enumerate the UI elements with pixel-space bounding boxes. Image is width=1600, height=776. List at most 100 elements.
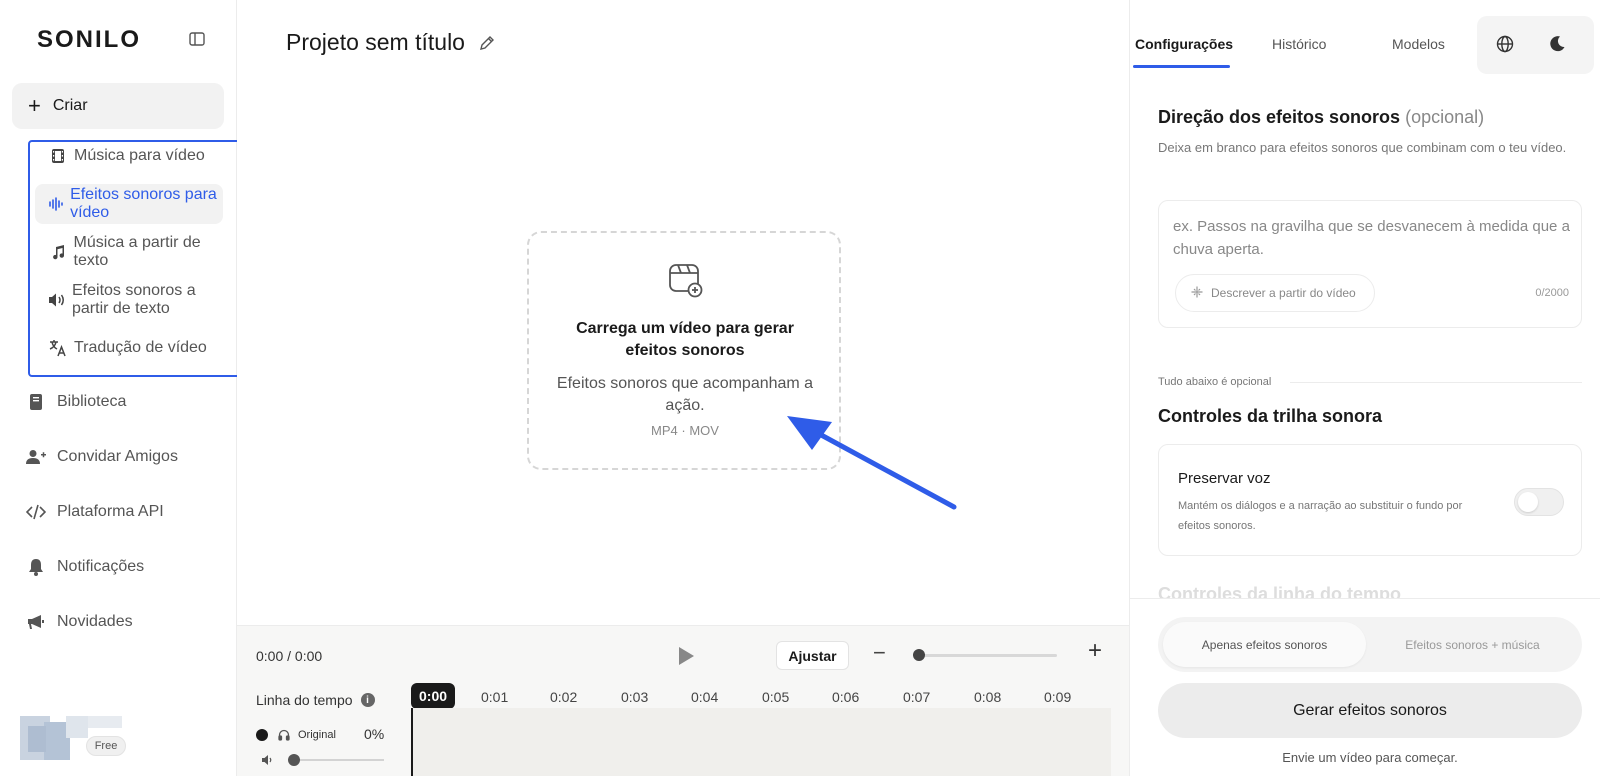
volume-icon[interactable] xyxy=(261,753,275,771)
preserve-voice-card: Preservar voz Mantém os diálogos e a nar… xyxy=(1158,444,1582,556)
soundtrack-controls-title: Controles da trilha sonora xyxy=(1158,406,1383,426)
sidebar-item-notifications[interactable]: Notificações xyxy=(25,552,144,582)
plan-badge: Free xyxy=(86,736,126,756)
plus-icon: + xyxy=(28,93,41,118)
timeline-tick: 0:09 xyxy=(1044,689,1072,705)
timeline-tick: 0:01 xyxy=(481,689,509,705)
main-area: Projeto sem título Carrega um vídeo para… xyxy=(237,0,1129,776)
sidebar-item-label: Notificações xyxy=(57,558,145,575)
timeline-tick: 0:06 xyxy=(832,689,860,705)
volume-slider[interactable] xyxy=(294,759,384,761)
describe-from-video-button[interactable]: Descrever a partir do vídeo xyxy=(1175,274,1375,312)
optional-label: (opcional) xyxy=(1405,107,1485,127)
mode-sfx-music[interactable]: Efeitos sonoros + música xyxy=(1371,622,1574,667)
playhead[interactable] xyxy=(411,708,413,776)
volume-slider-handle[interactable] xyxy=(288,754,300,766)
describe-label: Descrever a partir do vídeo xyxy=(1211,286,1356,300)
generate-button[interactable]: Gerar efeitos sonoros xyxy=(1158,683,1582,738)
waveform-icon xyxy=(48,194,64,214)
time-display: 0:00 / 0:00 xyxy=(256,648,323,664)
header-actions xyxy=(1477,16,1594,74)
sidebar-item-label: Efeitos sonoros a partir de texto xyxy=(72,282,196,317)
settings-panel: Configurações Histórico Modelos Direção … xyxy=(1129,0,1600,776)
timeline-tick: 0:03 xyxy=(621,689,649,705)
add-user-icon xyxy=(25,446,47,468)
project-title-text: Projeto sem título xyxy=(286,29,465,55)
annotation-arrow-icon xyxy=(787,416,957,510)
sidebar-item-label: Efeitos sonoros para vídeo xyxy=(70,186,217,221)
sidebar-item-label: Música para vídeo xyxy=(74,147,205,164)
sidebar-item-api-platform[interactable]: Plataforma API xyxy=(25,497,164,527)
sidebar-toggle-icon[interactable] xyxy=(188,31,206,47)
mode-sfx-only[interactable]: Apenas efeitos sonoros xyxy=(1163,622,1366,667)
toggle-knob xyxy=(1518,492,1538,512)
upload-subtitle: Efeitos sonoros que acompanham a ação. xyxy=(556,375,814,414)
timeline-tick-current: 0:00 xyxy=(411,683,456,709)
sidebar-item-music-for-video[interactable]: Música para vídeo xyxy=(35,136,205,176)
sidebar-item-label: Convidar Amigos xyxy=(57,448,178,465)
sfx-direction-title: Direção dos efeitos sonoros (opcional) xyxy=(1158,107,1484,128)
create-label: Criar xyxy=(52,97,88,114)
headphones-icon[interactable] xyxy=(278,729,290,741)
active-tab-indicator xyxy=(1133,65,1230,68)
music-note-icon xyxy=(48,242,68,262)
create-button[interactable]: + Criar xyxy=(12,83,224,129)
app-root: SONILO + Criar Música para vídeo Efeitos… xyxy=(0,0,1600,776)
char-count: 0/2000 xyxy=(1535,287,1569,299)
film-icon xyxy=(48,146,68,166)
original-percent: 0% xyxy=(364,726,385,742)
preserve-voice-toggle[interactable] xyxy=(1514,488,1564,516)
volume-row xyxy=(256,751,386,769)
sidebar-item-label: Tradução de vídeo xyxy=(74,339,207,356)
mode-selector: Apenas efeitos sonoros Efeitos sonoros +… xyxy=(1158,617,1582,672)
sidebar-item-music-from-text[interactable]: Música a partir de texto xyxy=(35,232,236,272)
megaphone-icon xyxy=(25,611,47,633)
sidebar-item-library[interactable]: Biblioteca xyxy=(25,387,126,417)
timeline-tick: 0:08 xyxy=(974,689,1002,705)
tab-models[interactable]: Modelos xyxy=(1392,36,1445,52)
translate-icon xyxy=(48,338,68,358)
adjust-button[interactable]: Ajustar xyxy=(776,641,849,670)
sidebar-item-label: Plataforma API xyxy=(57,503,164,520)
sidebar-item-label: Música a partir de texto xyxy=(73,234,201,269)
sidebar: SONILO + Criar Música para vídeo Efeitos… xyxy=(0,0,319,776)
timeline-label: Linha do tempo i xyxy=(256,692,375,708)
sidebar-item-news[interactable]: Novidades xyxy=(25,607,133,637)
timeline-tick: 0:04 xyxy=(691,689,719,705)
timeline-track[interactable] xyxy=(411,708,1111,776)
record-dot-icon[interactable] xyxy=(256,729,268,741)
info-icon[interactable]: i xyxy=(360,693,375,707)
timeline-tick: 0:05 xyxy=(762,689,790,705)
globe-icon[interactable] xyxy=(1496,35,1514,58)
play-icon[interactable] xyxy=(677,646,695,666)
panel-tabs: Configurações Histórico Modelos xyxy=(1130,0,1600,74)
upload-formats: MP4 · MOV xyxy=(651,423,719,438)
timeline-label-text: Linha do tempo xyxy=(256,692,353,708)
bell-icon xyxy=(25,556,47,578)
sparkle-icon xyxy=(1191,286,1203,301)
edit-pencil-icon[interactable] xyxy=(479,35,495,51)
sidebar-item-sfx-for-video[interactable]: Efeitos sonoros para vídeo xyxy=(35,184,223,224)
book-icon xyxy=(25,391,47,413)
video-upload-icon xyxy=(667,261,705,299)
zoom-slider[interactable] xyxy=(915,654,1057,657)
sidebar-item-invite-friends[interactable]: Convidar Amigos xyxy=(25,442,178,472)
sidebar-item-video-translation[interactable]: Tradução de vídeo xyxy=(35,328,207,368)
divider xyxy=(1290,382,1582,383)
sidebar-item-sfx-from-text[interactable]: Efeitos sonoros a partir de texto xyxy=(35,280,236,320)
prompt-placeholder: ex. Passos na gravilha que se desvanecem… xyxy=(1173,218,1570,258)
tab-history[interactable]: Histórico xyxy=(1272,36,1326,52)
code-icon xyxy=(25,501,47,523)
zoom-out-icon[interactable]: − xyxy=(873,640,886,666)
zoom-slider-handle[interactable] xyxy=(913,649,925,661)
preserve-voice-description: Mantém os diálogos e a narração ao subst… xyxy=(1178,500,1463,532)
project-title: Projeto sem título xyxy=(286,29,495,56)
timeline-ruler[interactable]: 0:00 0:01 0:02 0:03 0:04 0:05 0:06 0:07 … xyxy=(411,683,1111,709)
tab-settings[interactable]: Configurações xyxy=(1135,36,1233,52)
sfx-prompt-input[interactable]: ex. Passos na gravilha que se desvanecem… xyxy=(1158,200,1582,328)
optional-note: Tudo abaixo é opcional xyxy=(1158,376,1272,388)
zoom-in-icon[interactable]: + xyxy=(1088,637,1102,665)
generate-panel: Apenas efeitos sonoros Efeitos sonoros +… xyxy=(1130,598,1600,776)
timeline-controls-title: Controles da linha do tempo xyxy=(1158,584,1402,598)
moon-icon[interactable] xyxy=(1548,35,1566,58)
